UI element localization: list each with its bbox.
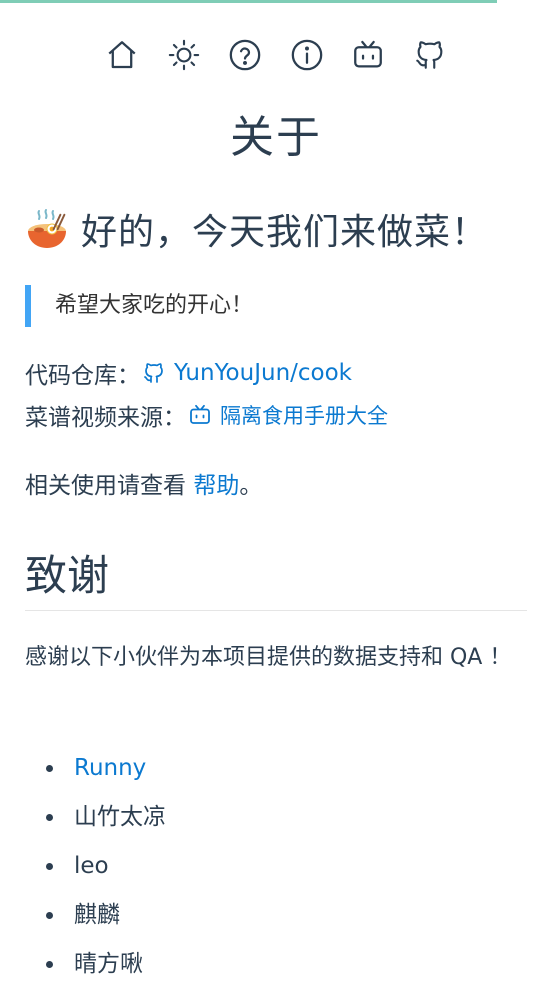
github-icon	[144, 363, 163, 383]
repo-link-text: YunYouJun/cook	[174, 360, 353, 386]
list-item: leo	[0, 842, 166, 891]
source-label: 菜谱视频来源：	[25, 405, 186, 431]
bilibili-icon	[190, 404, 210, 424]
contributor-link-runny[interactable]: Runny	[74, 755, 146, 781]
source-link-text: 隔离食用手册大全	[220, 404, 388, 428]
repo-link[interactable]: YunYouJun/cook	[140, 360, 352, 386]
source-link[interactable]: 隔离食用手册大全	[186, 400, 388, 430]
page-title: 关于	[230, 112, 322, 163]
help-line: 相关使用请查看 帮助 。	[25, 466, 262, 500]
contributor-name: 麒麟	[74, 902, 120, 928]
bullet	[46, 912, 53, 919]
contributor-name: 晴方啾	[74, 951, 143, 977]
list-item: 晴方啾	[0, 940, 166, 989]
bullet	[46, 863, 53, 870]
top-nav	[0, 36, 552, 76]
help-suffix: 。	[239, 473, 263, 499]
repo-line: 代码仓库： YunYouJun/cook	[25, 356, 352, 390]
list-item: 山竹太凉	[0, 793, 166, 842]
contributor-list: Runny 山竹太凉 leo 麒麟 晴方啾	[0, 744, 166, 989]
contributor-name: 山竹太凉	[74, 804, 166, 830]
sun-icon[interactable]	[165, 36, 203, 74]
list-item: Runny	[0, 744, 166, 793]
help-link[interactable]: 帮助	[193, 466, 239, 500]
github-icon[interactable]	[411, 36, 449, 74]
info-icon[interactable]	[288, 36, 326, 74]
source-line: 菜谱视频来源： 隔离食用手册大全	[25, 398, 388, 432]
help-circle-icon[interactable]	[226, 36, 264, 74]
help-prefix: 相关使用请查看	[25, 473, 194, 499]
thanks-section-title: 致谢	[25, 546, 527, 611]
bullet	[46, 765, 53, 772]
list-item: 麒麟	[0, 891, 166, 940]
bullet	[46, 814, 53, 821]
quote-text: 希望大家吃的开心！	[55, 293, 254, 318]
ramen-bowl-icon	[28, 209, 66, 248]
quote-block: 希望大家吃的开心！	[25, 285, 525, 327]
reading-progress-bar	[0, 0, 497, 3]
headline-text: 好的，今天我们来做菜！	[81, 212, 489, 253]
contributor-name: leo	[74, 853, 109, 879]
home-icon[interactable]	[103, 36, 141, 74]
headline: 好的，今天我们来做菜！	[25, 201, 545, 257]
repo-label: 代码仓库：	[25, 363, 140, 389]
thanks-text: 感谢以下小伙伴为本项目提供的数据支持和 QA ！	[25, 645, 512, 670]
bullet	[46, 961, 53, 968]
bilibili-icon[interactable]	[349, 36, 387, 74]
